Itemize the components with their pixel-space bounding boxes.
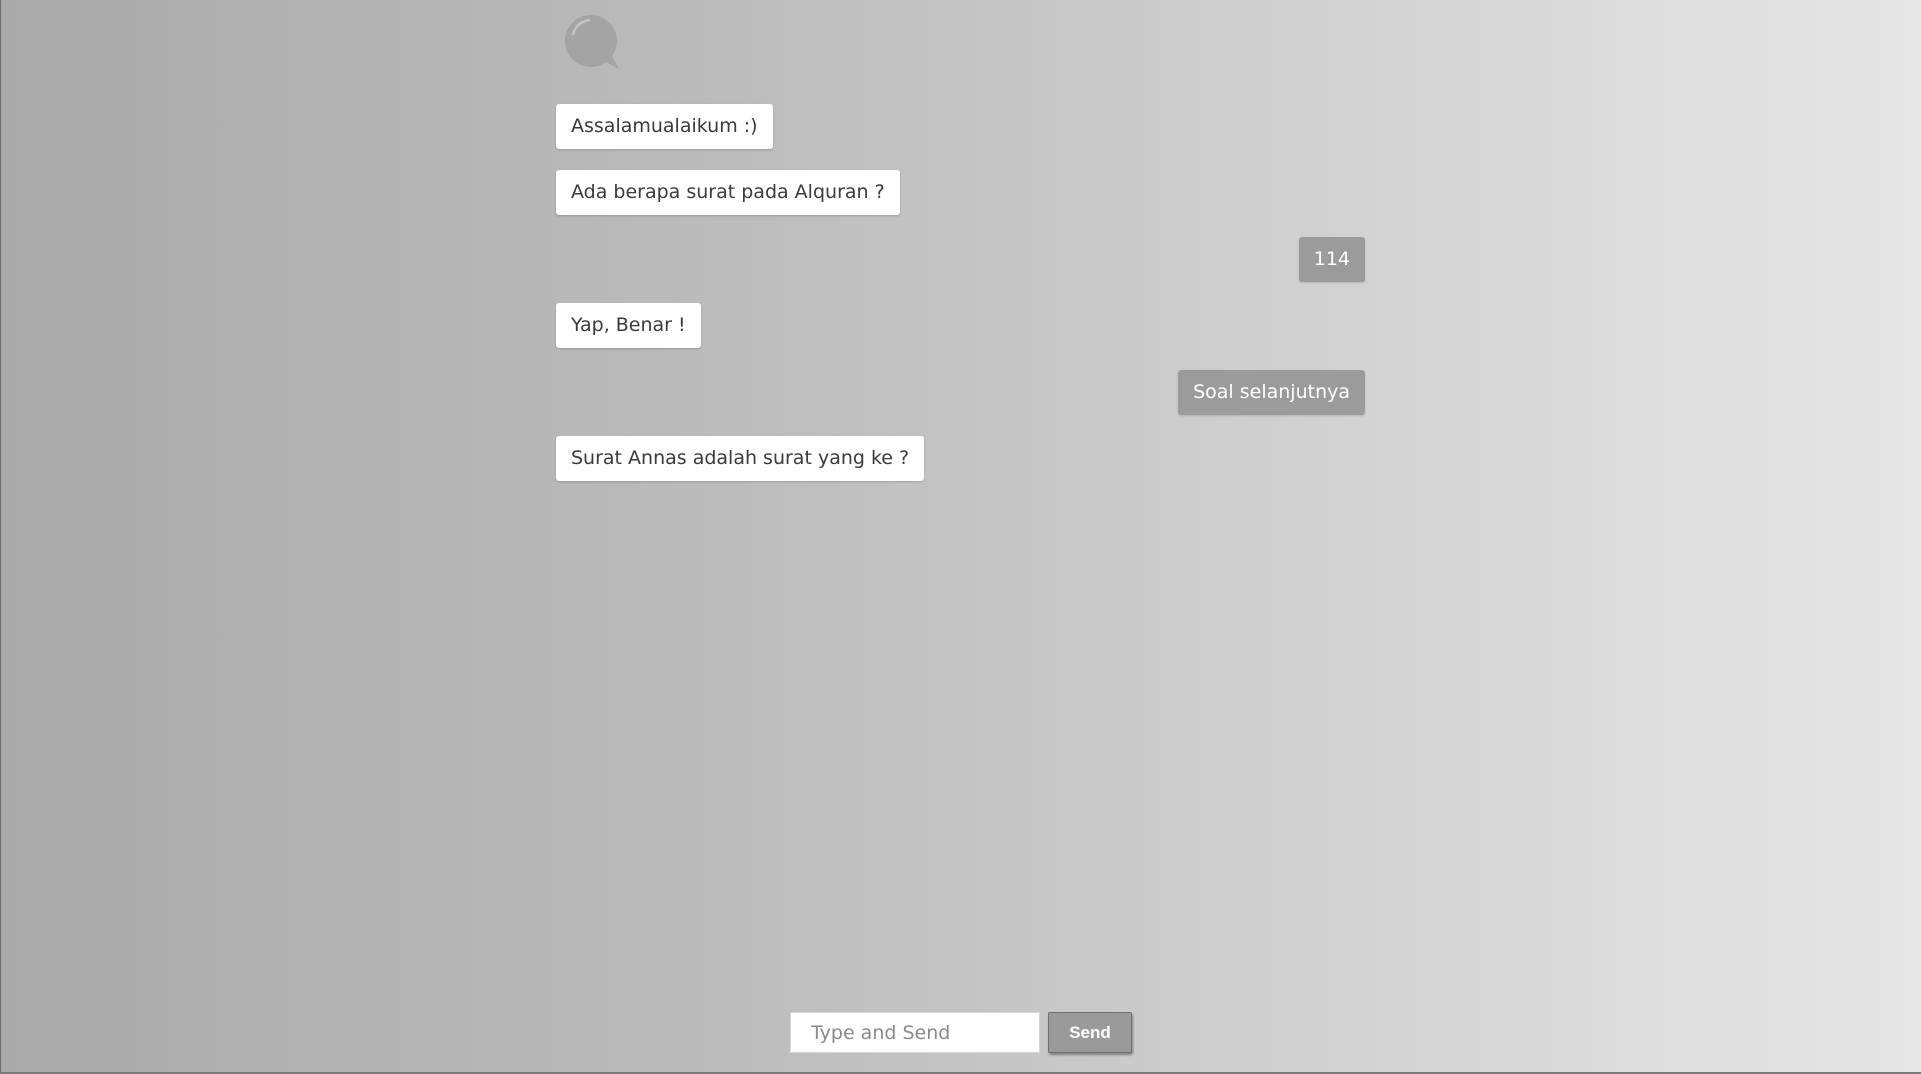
send-button[interactable]: Send bbox=[1048, 1012, 1132, 1053]
message-text: Surat Annas adalah surat yang ke ? bbox=[571, 447, 910, 469]
chat-bubble-icon bbox=[565, 15, 619, 69]
message-input[interactable] bbox=[790, 1012, 1040, 1053]
message-text: 114 bbox=[1313, 248, 1350, 270]
bot-message: Surat Annas adalah surat yang ke ? bbox=[556, 436, 925, 481]
user-message: 114 bbox=[1298, 237, 1365, 282]
message-text: Ada berapa surat pada Alquran ? bbox=[571, 181, 885, 203]
user-message: Soal selanjutnya bbox=[1178, 370, 1365, 415]
window-left-border bbox=[0, 0, 1, 1074]
bot-message: Yap, Benar ! bbox=[556, 303, 701, 348]
message-text: Soal selanjutnya bbox=[1193, 381, 1350, 403]
message-text: Assalamualaikum :) bbox=[571, 115, 758, 137]
message-text: Yap, Benar ! bbox=[571, 314, 686, 336]
bot-message: Ada berapa surat pada Alquran ? bbox=[556, 170, 900, 215]
bot-message: Assalamualaikum :) bbox=[556, 104, 773, 149]
